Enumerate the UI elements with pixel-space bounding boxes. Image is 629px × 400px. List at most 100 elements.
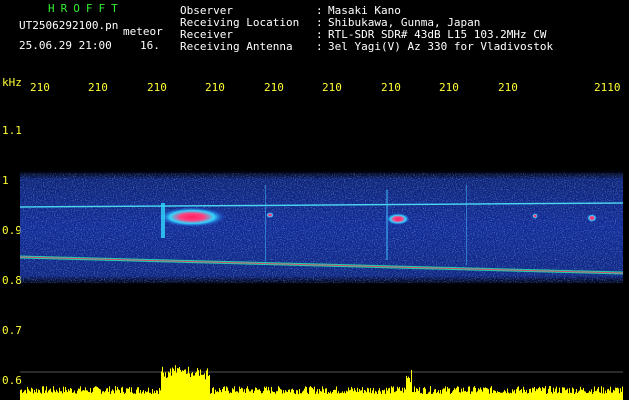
activity-bar [51,391,52,400]
activity-bar [605,390,606,400]
activity-bar [378,390,379,400]
activity-bar [584,391,585,400]
activity-bar [392,387,393,400]
activity-bar [226,386,227,400]
activity-bar [110,393,111,400]
activity-bar [427,393,428,400]
activity-bar [242,388,243,400]
activity-bar [164,376,165,400]
activity-bar [469,386,470,400]
activity-bar [487,388,488,400]
activity-bar [85,387,86,400]
activity-bar [361,390,362,400]
activity-bar [31,387,32,400]
activity-bar [570,392,571,400]
activity-bar [607,389,608,400]
activity-bar [384,389,385,400]
activity-bar [307,392,308,400]
activity-bar [492,393,493,400]
activity-bar [383,390,384,400]
info-separator: : [316,16,323,29]
activity-bar [36,388,37,400]
activity-bar [30,391,31,400]
activity-bar [38,389,39,400]
activity-bar [253,393,254,400]
activity-bar [576,389,577,400]
activity-bar [445,386,446,400]
activity-bar [381,393,382,400]
activity-bar [273,392,274,400]
activity-bar [89,392,90,400]
activity-bar [317,389,318,400]
activity-bar [571,392,572,400]
activity-bar [60,391,61,400]
activity-bar [66,390,67,400]
activity-bar [459,392,460,400]
activity-bar [399,387,400,400]
activity-bar [471,391,472,400]
activity-bar [271,386,272,400]
activity-bar [431,393,432,400]
activity-bar [439,393,440,400]
activity-bar [182,370,183,400]
activity-bar [438,390,439,400]
activity-bar [426,393,427,400]
activity-bar [147,391,148,400]
activity-bar [227,387,228,400]
activity-bar [436,393,437,400]
activity-bar [24,390,25,400]
activity-bar [490,387,491,400]
activity-bar [374,393,375,400]
activity-bar [50,388,51,400]
activity-bar [608,388,609,400]
activity-bar [561,393,562,400]
activity-bar [430,386,431,400]
activity-bar [219,388,220,400]
activity-bar [437,391,438,400]
activity-bar [80,386,81,400]
activity-bar [349,390,350,400]
activity-bar [72,392,73,400]
activity-bar [236,391,237,400]
activity-bar [255,387,256,400]
activity-bar [418,390,419,400]
activity-bar [267,390,268,400]
activity-bar [372,390,373,400]
activity-bar [510,392,511,400]
activity-bar [382,390,383,400]
activity-bar [563,387,564,400]
activity-bar [546,393,547,400]
spectrogram [20,170,623,400]
activity-bar [187,373,188,400]
activity-bar [519,390,520,400]
activity-bar [617,387,618,400]
activity-bar [363,393,364,400]
activity-bar [420,393,421,400]
activity-bar [278,386,279,400]
activity-bar [160,390,161,400]
activity-bar [547,393,548,400]
activity-bar [466,392,467,400]
activity-bar [188,366,189,400]
minute-tick: 210 [498,81,518,94]
activity-bar [96,386,97,400]
activity-bar [435,389,436,400]
activity-bar [180,369,181,400]
activity-bar [102,391,103,400]
activity-bar [376,391,377,400]
activity-bar [338,391,339,400]
activity-bar [126,388,127,400]
activity-bar [334,389,335,400]
activity-bar [204,373,205,400]
activity-bar [252,389,253,400]
activity-bar [145,391,146,400]
meteor-echo [587,214,597,222]
activity-bar [619,393,620,400]
info-value-antenna: 3el Yagi(V) Az 330 for Vladivostok [328,40,554,53]
activity-bar [74,390,75,400]
activity-bar [306,387,307,400]
activity-bar [545,386,546,400]
activity-bar [104,392,105,400]
activity-bar [465,390,466,400]
meteor-echo [532,213,538,219]
